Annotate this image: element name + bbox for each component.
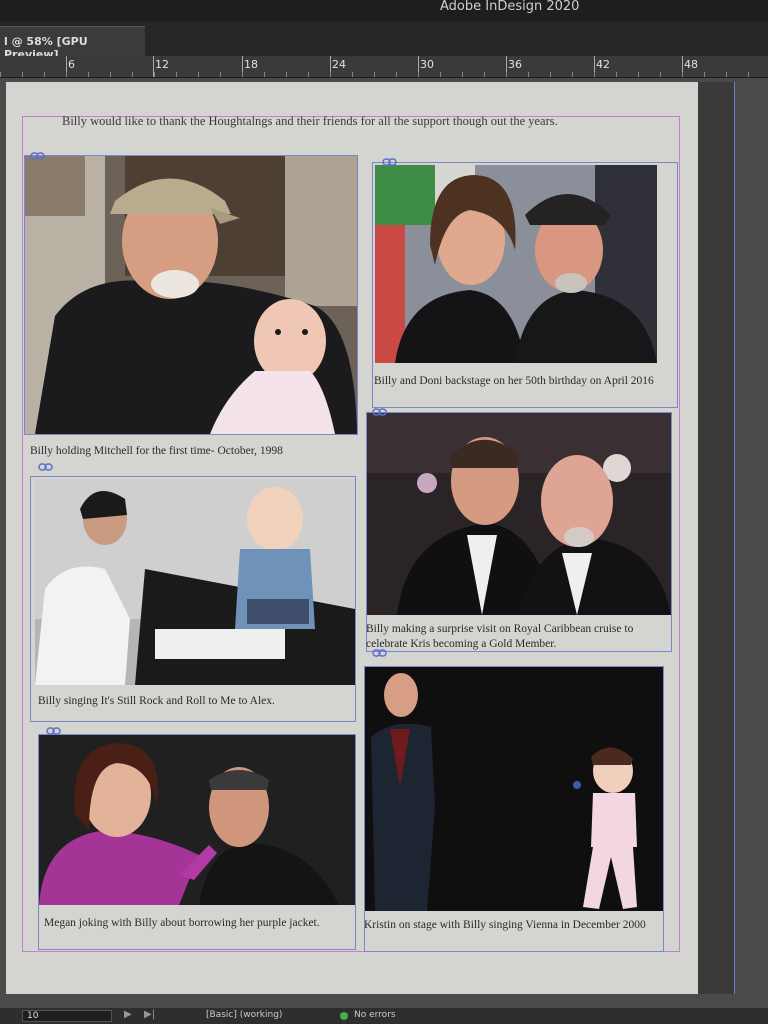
photo-caption[interactable]: Billy making a surprise visit on Royal C… (366, 622, 656, 652)
ruler-minor-tick (572, 72, 573, 77)
ruler-label: 48 (684, 58, 698, 71)
ruler-label: 36 (508, 58, 522, 71)
image-frame[interactable] (24, 155, 358, 435)
photo-caption[interactable]: Billy and Doni backstage on her 50th bir… (374, 374, 664, 389)
app-title: Adobe InDesign 2020 (440, 0, 580, 14)
photo-billy-piano (35, 479, 355, 685)
photo-billy-cruise (367, 413, 671, 615)
ruler-minor-tick (176, 72, 177, 77)
title-bar: Adobe InDesign 2020 (0, 0, 768, 22)
page-header-text[interactable]: Billy would like to thank the Houghtalng… (62, 114, 702, 129)
image-frame[interactable] (364, 666, 664, 952)
ruler-minor-tick (264, 72, 265, 77)
preflight-errors[interactable]: No errors (354, 1010, 396, 1020)
ruler-minor-tick (132, 72, 133, 77)
ruler-minor-tick (440, 72, 441, 77)
ruler-minor-tick (308, 72, 309, 77)
ruler-label: 24 (332, 58, 346, 71)
ruler-minor-tick (154, 72, 155, 77)
ruler-minor-tick (44, 72, 45, 77)
ruler-label: 6 (68, 58, 75, 71)
ruler-minor-tick (110, 72, 111, 77)
ruler-minor-tick (748, 72, 749, 77)
photo-caption[interactable]: Billy holding Mitchell for the first tim… (30, 444, 354, 459)
ruler-minor-tick (616, 72, 617, 77)
ruler-minor-tick (594, 72, 595, 77)
ruler-minor-tick (88, 72, 89, 77)
ruler-minor-tick (374, 72, 375, 77)
ruler-minor-tick (352, 72, 353, 77)
image-frame[interactable] (30, 476, 356, 722)
ruler-minor-tick (704, 72, 705, 77)
ruler-minor-tick (22, 72, 23, 77)
ruler-minor-tick (528, 72, 529, 77)
ruler-minor-tick (286, 72, 287, 77)
photo-kristin-stage (365, 667, 663, 911)
ruler-minor-tick (66, 72, 67, 77)
image-frame[interactable] (366, 412, 672, 652)
status-ok-icon (340, 1012, 348, 1020)
ruler-minor-tick (242, 72, 243, 77)
status-bar: 10 ▶ ▶| [Basic] (working) No errors (0, 1008, 768, 1024)
link-icon[interactable] (30, 151, 46, 161)
ruler-minor-tick (198, 72, 199, 77)
photo-billy-doni (375, 165, 657, 363)
ruler-minor-tick (462, 72, 463, 77)
link-icon[interactable] (38, 462, 54, 472)
ruler-label: 42 (596, 58, 610, 71)
ruler-minor-tick (660, 72, 661, 77)
photo-billy-mitchell (25, 156, 357, 434)
ruler-minor-tick (726, 72, 727, 77)
ruler-minor-tick (220, 72, 221, 77)
document-tab[interactable]: l @ 58% [GPU Preview] (0, 26, 145, 61)
ruler-minor-tick (506, 72, 507, 77)
ruler-minor-tick (484, 72, 485, 77)
horizontal-ruler[interactable]: 6 12 18 24 30 36 42 48 (0, 56, 768, 78)
zoom-field[interactable]: 10 (22, 1010, 112, 1022)
preflight-profile[interactable]: [Basic] (working) (206, 1010, 282, 1020)
ruler-minor-tick (682, 72, 683, 77)
photo-caption[interactable]: Megan joking with Billy about borrowing … (44, 916, 344, 931)
photo-caption[interactable]: Billy singing It's Still Rock and Roll t… (38, 694, 348, 709)
ruler-minor-tick (550, 72, 551, 77)
document-page[interactable]: Billy would like to thank the Houghtalng… (6, 82, 698, 994)
photo-caption[interactable]: Kristin on stage with Billy singing Vien… (364, 918, 654, 933)
last-page-icon[interactable]: ▶| (144, 1009, 155, 1020)
ruler-label: 30 (420, 58, 434, 71)
ruler-minor-tick (0, 72, 1, 77)
link-icon[interactable] (382, 157, 398, 167)
ruler-label: 18 (244, 58, 258, 71)
link-icon[interactable] (46, 726, 62, 736)
ruler-label: 12 (155, 58, 169, 71)
pasteboard-edge (698, 82, 734, 994)
bleed-guide (734, 82, 735, 994)
photo-megan-billy (39, 735, 355, 905)
ruler-minor-tick (396, 72, 397, 77)
next-page-icon[interactable]: ▶ (124, 1009, 132, 1020)
document-tab-bar: l @ 58% [GPU Preview] (0, 22, 768, 61)
pasteboard[interactable]: Billy would like to thank the Houghtalng… (0, 78, 768, 1008)
ruler-minor-tick (330, 72, 331, 77)
ruler-minor-tick (418, 72, 419, 77)
image-frame[interactable] (372, 162, 678, 408)
link-icon[interactable] (372, 648, 388, 658)
ruler-minor-tick (638, 72, 639, 77)
link-icon[interactable] (372, 407, 388, 417)
